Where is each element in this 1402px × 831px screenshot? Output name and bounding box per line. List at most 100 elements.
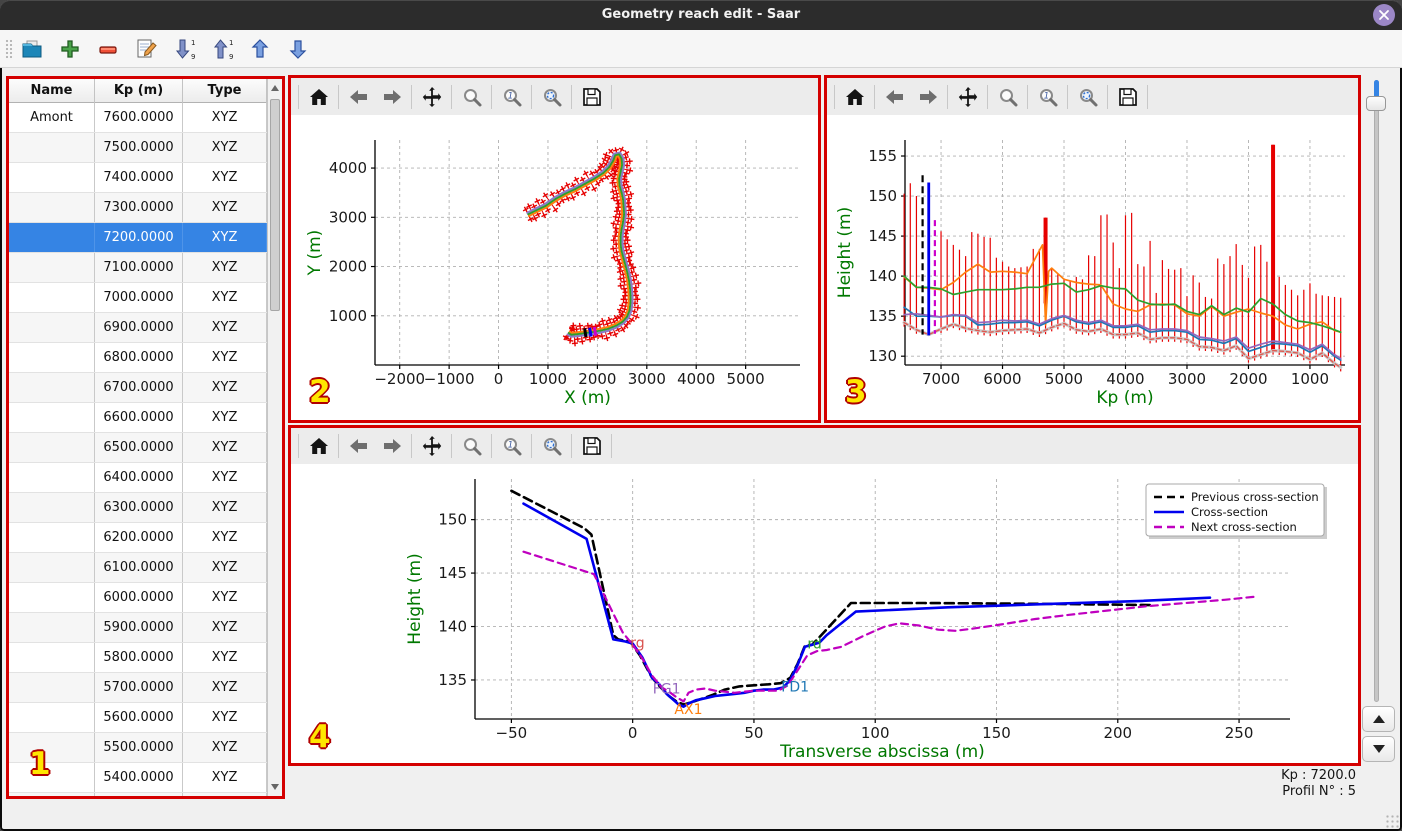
scroll-up-button[interactable] <box>268 80 282 96</box>
cell-name <box>9 223 95 252</box>
toolbar-separator <box>451 434 452 458</box>
back-button[interactable] <box>342 431 375 461</box>
zoom-button[interactable] <box>991 82 1024 112</box>
save-button[interactable] <box>575 82 608 112</box>
pan-button[interactable] <box>415 82 448 112</box>
panel-number-2: 2 <box>309 374 331 410</box>
table-row[interactable]: 6400.0000 XYZ <box>9 463 267 493</box>
back-button[interactable] <box>342 82 375 112</box>
forward-button[interactable] <box>375 431 408 461</box>
resize-grip[interactable] <box>1385 814 1399 828</box>
svg-text:1000: 1000 <box>529 370 567 388</box>
close-button[interactable] <box>1373 4 1395 26</box>
profile-slider-track[interactable] <box>1374 80 1379 702</box>
cell-kp: 5400.0000 <box>95 763 183 792</box>
move-up-button[interactable] <box>246 35 274 63</box>
forward-button[interactable] <box>375 82 408 112</box>
table-row[interactable]: 5700.0000 XYZ <box>9 673 267 703</box>
remove-icon <box>99 46 117 54</box>
table-row[interactable]: 7000.0000 XYZ <box>9 283 267 313</box>
table-row[interactable]: 6800.0000 XYZ <box>9 343 267 373</box>
cell-name <box>9 253 95 282</box>
table-row[interactable]: 6900.0000 XYZ <box>9 313 267 343</box>
home-button[interactable] <box>302 431 335 461</box>
table-row[interactable]: 5300.0000XYZ <box>9 793 267 796</box>
table-row[interactable]: 7500.0000 XYZ <box>9 133 267 163</box>
table-row[interactable]: 6700.0000 XYZ <box>9 373 267 403</box>
zoom-button[interactable] <box>455 431 488 461</box>
table-row[interactable]: Amont 7600.0000 XYZ <box>9 103 267 133</box>
table-row[interactable]: 6100.0000 XYZ <box>9 553 267 583</box>
save-button[interactable] <box>575 431 608 461</box>
edit-button[interactable] <box>132 35 160 63</box>
cell-type: XYZ <box>183 133 267 162</box>
svg-text:3000: 3000 <box>628 370 666 388</box>
pan-icon <box>958 86 977 107</box>
cross-section-plot[interactable]: −50 0 50 100 150 200 250135140145150Transverse… <box>291 464 1358 763</box>
table-row-selected[interactable]: 7200.0000 XYZ <box>9 223 267 253</box>
zoom-area-button[interactable] <box>1071 82 1104 112</box>
zoom-one-button[interactable]: 1 <box>495 82 528 112</box>
cell-kp: 5700.0000 <box>95 673 183 702</box>
zoom-area-button[interactable] <box>535 82 568 112</box>
table-row[interactable]: 6000.0000 XYZ <box>9 583 267 613</box>
next-profile-button[interactable] <box>1362 736 1395 762</box>
forward-icon <box>383 89 401 104</box>
cell-type: XYZ <box>183 493 267 522</box>
cell-name <box>9 163 95 192</box>
triangle-up-icon <box>1372 715 1385 723</box>
svg-text:1: 1 <box>1043 91 1048 101</box>
svg-text:100: 100 <box>861 724 890 742</box>
toolbar-separator <box>571 84 572 109</box>
open-button[interactable] <box>18 35 46 63</box>
pan-button[interactable] <box>415 431 448 461</box>
zoom-one-button[interactable]: 1 <box>1031 82 1064 112</box>
table-scrollbar[interactable] <box>267 79 282 796</box>
svg-text:1: 1 <box>229 39 233 47</box>
previous-profile-button[interactable] <box>1362 706 1395 732</box>
scroll-down-button[interactable] <box>268 779 282 795</box>
svg-text:150: 150 <box>868 187 897 205</box>
forward-icon <box>383 439 401 453</box>
table-row[interactable]: 7100.0000 XYZ <box>9 253 267 283</box>
table-row[interactable]: 6200.0000 XYZ <box>9 523 267 553</box>
table-row[interactable]: 7400.0000 XYZ <box>9 163 267 193</box>
svg-text:−2000: −2000 <box>374 370 425 388</box>
move-down-button[interactable] <box>284 35 312 63</box>
svg-text:140: 140 <box>868 267 897 285</box>
sort-ascending-icon: 19 <box>213 39 233 61</box>
zoom-button[interactable] <box>455 82 488 112</box>
table-row[interactable]: 5900.0000 XYZ <box>9 613 267 643</box>
zoom-one-icon: 1 <box>1039 88 1057 106</box>
save-button[interactable] <box>1111 82 1144 112</box>
table-row[interactable]: 5600.0000 XYZ <box>9 703 267 733</box>
close-icon <box>1379 10 1389 20</box>
table-row[interactable]: 5800.0000 XYZ <box>9 643 267 673</box>
plan-view-plot[interactable]: −2000−1000 0 1000 2000 3000 4000 5000 1000 2000 3… <box>291 115 818 420</box>
cell-kp: 5500.0000 <box>95 733 183 762</box>
sort-ascending-button[interactable]: 19 <box>208 35 236 63</box>
zoom-one-icon: 1 <box>503 438 521 456</box>
zoom-one-button[interactable]: 1 <box>495 431 528 461</box>
home-button[interactable] <box>838 82 871 112</box>
table-row[interactable]: 6300.0000 XYZ <box>9 493 267 523</box>
toolbar-grip[interactable] <box>5 39 14 60</box>
remove-button[interactable] <box>94 35 122 63</box>
main-toolbar: 1919 <box>0 30 1402 68</box>
zoom-area-button[interactable] <box>535 431 568 461</box>
table-row[interactable]: 6600.0000 XYZ <box>9 403 267 433</box>
cell-kp: 7600.0000 <box>95 103 183 132</box>
forward-button[interactable] <box>911 82 944 112</box>
longitudinal-profile-plot[interactable]: 7000 6000 5000 4000 3000 2000 1000 130 135 140 145… <box>827 115 1358 420</box>
profile-slider-handle[interactable] <box>1366 96 1386 111</box>
back-button[interactable] <box>878 82 911 112</box>
table-row[interactable]: 6500.0000 XYZ <box>9 433 267 463</box>
home-button[interactable] <box>302 82 335 112</box>
pan-button[interactable] <box>951 82 984 112</box>
scrollbar-thumb[interactable] <box>270 99 280 311</box>
toolbar-separator <box>411 434 412 458</box>
table-row[interactable]: 7300.0000 XYZ <box>9 193 267 223</box>
add-button[interactable] <box>56 35 84 63</box>
sort-descending-button[interactable]: 19 <box>170 35 198 63</box>
cell-type: XYZ <box>183 673 267 702</box>
